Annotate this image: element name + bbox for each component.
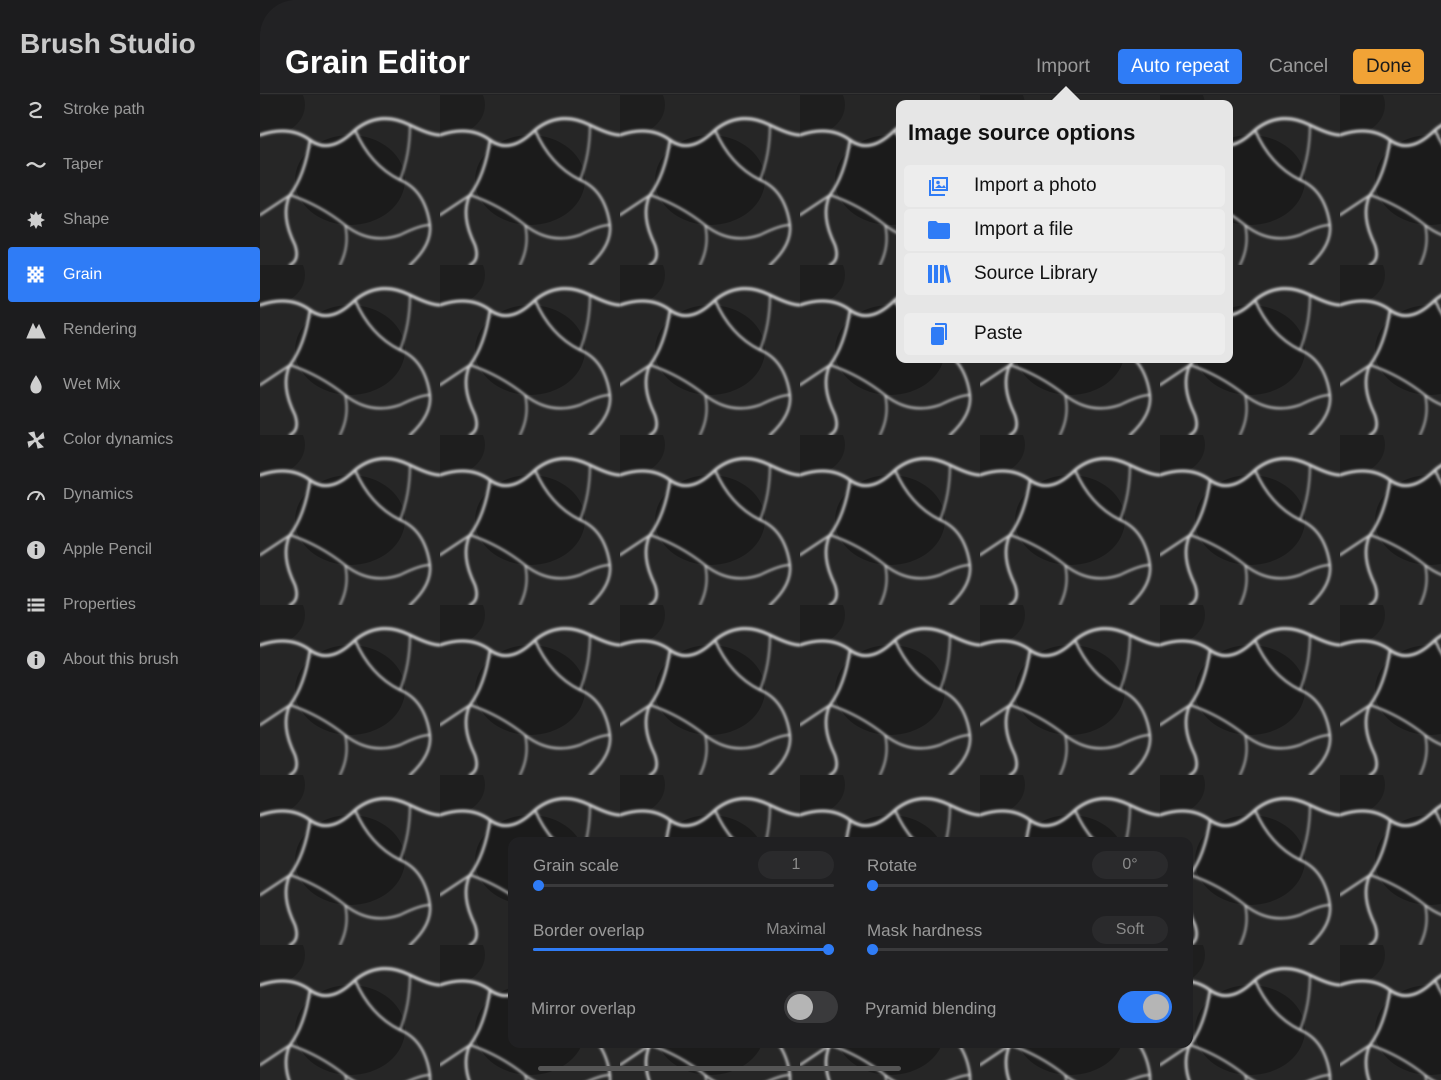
- rendering-icon: [25, 319, 47, 341]
- pyramid-blending-label: Pyramid blending: [865, 999, 997, 1018]
- apple-pencil-icon: [25, 539, 47, 561]
- sidebar-item-label: Rendering: [63, 320, 137, 338]
- sidebar-item-label: Apple Pencil: [63, 540, 152, 558]
- border-overlap-value[interactable]: Maximal: [758, 916, 834, 944]
- sidebar-item-color-dynamics[interactable]: Color dynamics: [8, 412, 260, 467]
- grain-scale-label: Grain scale: [533, 856, 619, 875]
- import-file-option[interactable]: Import a file: [904, 209, 1225, 251]
- import-button[interactable]: Import: [1023, 49, 1103, 84]
- library-icon: [926, 261, 952, 287]
- sidebar-item-wet-mix[interactable]: Wet Mix: [8, 357, 260, 412]
- grain-scale-value[interactable]: 1: [758, 851, 834, 879]
- option-label: Import a file: [974, 219, 1074, 240]
- sidebar-item-properties[interactable]: Properties: [8, 577, 260, 632]
- option-label: Source Library: [974, 263, 1098, 284]
- auto-repeat-button[interactable]: Auto repeat: [1118, 49, 1243, 84]
- grain-scale-slider[interactable]: [533, 880, 834, 891]
- mirror-overlap-label: Mirror overlap: [531, 999, 636, 1018]
- paste-option[interactable]: Paste: [904, 313, 1225, 355]
- photo-icon: [926, 173, 952, 199]
- border-overlap-label: Border overlap: [533, 921, 645, 940]
- taper-icon: [25, 154, 47, 176]
- slider-knob[interactable]: [533, 880, 544, 891]
- properties-icon: [25, 594, 47, 616]
- grain-controls-panel: Grain scale 1 Rotate 0° Border overlap M…: [508, 837, 1193, 1048]
- sidebar-item-stroke-path[interactable]: Stroke path: [8, 82, 260, 137]
- mask-hardness-slider[interactable]: [867, 944, 1168, 955]
- shape-icon: [25, 209, 47, 231]
- sidebar-item-shape[interactable]: Shape: [8, 192, 260, 247]
- option-label: Import a photo: [974, 175, 1097, 196]
- sidebar-item-label: Properties: [63, 595, 136, 613]
- cancel-button[interactable]: Cancel: [1256, 49, 1341, 84]
- sidebar-item-label: Stroke path: [63, 100, 145, 118]
- sidebar-item-label: Color dynamics: [63, 430, 174, 448]
- scroll-indicator: [538, 1066, 901, 1071]
- import-photo-option[interactable]: Import a photo: [904, 165, 1225, 207]
- app-title: Brush Studio: [20, 28, 196, 59]
- sidebar-item-taper[interactable]: Taper: [8, 137, 260, 192]
- rotate-slider[interactable]: [867, 880, 1168, 891]
- pyramid-blending-toggle[interactable]: [1118, 991, 1172, 1023]
- sidebar-item-rendering[interactable]: Rendering: [8, 302, 260, 357]
- done-button[interactable]: Done: [1353, 49, 1425, 84]
- editor-header: Grain Editor Import Auto repeat Cancel D…: [260, 0, 1441, 94]
- popover-title: Image source options: [908, 120, 1136, 145]
- slider-knob[interactable]: [867, 880, 878, 891]
- toggle-thumb: [1143, 994, 1169, 1020]
- dynamics-icon: [25, 484, 47, 506]
- sidebar-item-about-this-brush[interactable]: About this brush: [8, 632, 260, 687]
- folder-icon: [926, 217, 952, 243]
- mask-hardness-value[interactable]: Soft: [1092, 916, 1168, 944]
- sidebar-item-label: Taper: [63, 155, 104, 173]
- slider-knob[interactable]: [867, 944, 878, 955]
- stroke-path-icon: [25, 99, 47, 121]
- sidebar-nav: Stroke path Taper Shape Grain Rendering …: [8, 82, 260, 687]
- popover-arrow: [1052, 86, 1080, 100]
- sidebar-item-label: Shape: [63, 210, 110, 228]
- grain-icon: [25, 264, 47, 286]
- grain-editor-panel: Grain Editor Import Auto repeat Cancel D…: [260, 0, 1441, 1080]
- mirror-overlap-toggle[interactable]: [784, 991, 838, 1023]
- paste-icon: [926, 321, 952, 347]
- image-source-popover: Image source options Import a photo Impo…: [896, 100, 1233, 363]
- sidebar-item-label: About this brush: [63, 650, 179, 668]
- rotate-value[interactable]: 0°: [1092, 851, 1168, 879]
- sidebar-item-apple-pencil[interactable]: Apple Pencil: [8, 522, 260, 577]
- sidebar-item-label: Wet Mix: [63, 375, 121, 393]
- sidebar-item-dynamics[interactable]: Dynamics: [8, 467, 260, 522]
- source-library-option[interactable]: Source Library: [904, 253, 1225, 295]
- mask-hardness-label: Mask hardness: [867, 921, 983, 940]
- rotate-label: Rotate: [867, 856, 918, 875]
- slider-fill: [533, 948, 834, 951]
- border-overlap-slider[interactable]: [533, 944, 834, 955]
- wet-mix-icon: [25, 374, 47, 396]
- page-title: Grain Editor: [285, 44, 470, 80]
- toggle-thumb: [787, 994, 813, 1020]
- sidebar-item-grain[interactable]: Grain: [8, 247, 260, 302]
- sidebar-item-label: Grain: [63, 265, 103, 283]
- sidebar-item-label: Dynamics: [63, 485, 134, 503]
- option-label: Paste: [974, 323, 1023, 344]
- sidebar: Brush Studio Stroke path Taper Shape Gra…: [0, 0, 260, 1080]
- info-icon: [25, 649, 47, 671]
- color-dynamics-icon: [25, 429, 47, 451]
- slider-knob[interactable]: [823, 944, 834, 955]
